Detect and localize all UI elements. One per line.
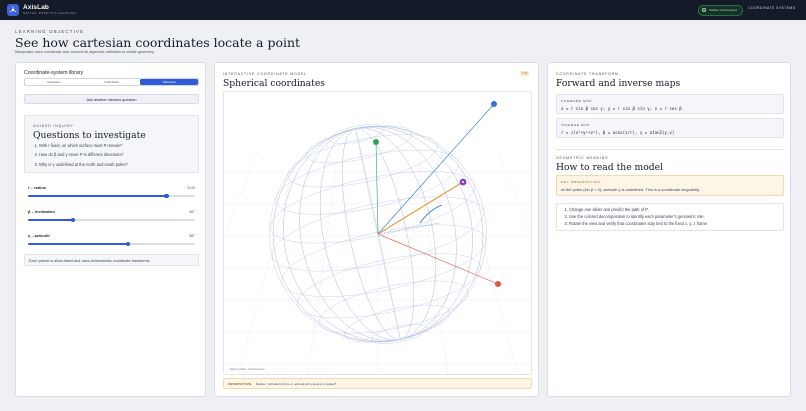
brand-subtitle: SPATIAL ROBOTICS LEARNING <box>23 12 77 15</box>
library-title: Coordinate-system library <box>24 70 84 76</box>
grid-line <box>224 151 259 238</box>
ask-question-button[interactable]: Ask another robotics question <box>24 94 199 104</box>
azimuth-slider[interactable] <box>28 241 195 247</box>
parallel-line <box>343 304 451 343</box>
x-axis <box>377 233 499 285</box>
inclination-slider[interactable] <box>28 217 195 223</box>
model-panel: INTERACTIVE COORDINATE MODEL Spherical c… <box>214 62 539 397</box>
live-badge: LIVE <box>520 71 530 76</box>
key-observation-card: KEY OBSERVATION At the poles (sin β = 0)… <box>556 175 784 196</box>
parallel-line <box>275 149 459 215</box>
slider-fill <box>28 219 74 221</box>
coordinate-systems-nav-button[interactable]: COORDINATE SYSTEMS <box>748 6 795 10</box>
sphere-visualization <box>224 101 531 374</box>
meaning-title: How to read the model <box>556 162 664 173</box>
list-item: Use the colored decomposition to identif… <box>569 214 781 221</box>
steps-card: Change one slider and predict the path o… <box>556 203 784 231</box>
y-axis-handle[interactable] <box>373 139 379 145</box>
list-item: How do β and γ move P in different direc… <box>39 152 197 161</box>
parallel-line <box>318 280 469 334</box>
grid-line <box>417 151 448 374</box>
floor-grid <box>224 151 531 374</box>
inclination-label: β – inclination <box>28 209 55 214</box>
list-item: Why is γ undefined at the north and sout… <box>39 162 197 171</box>
slider-thumb[interactable] <box>164 193 169 199</box>
inquiry-title: Questions to investigate <box>33 130 146 141</box>
observation-text: Radius r, inclination β from +z, and azi… <box>256 382 337 386</box>
list-item: With r fixed, on which surface must P re… <box>39 143 197 152</box>
list-item: Change one slider and predict the path o… <box>569 207 781 214</box>
forward-map-formula: x = r sin β cos γ, y = r sin β sin γ, z … <box>561 105 682 111</box>
transform-title: Forward and inverse maps <box>556 78 681 89</box>
azimuth-label: γ – azimuth <box>28 233 50 238</box>
meaning-eyebrow: GEOMETRIC MEANING <box>556 156 609 160</box>
inverse-map-formula: r = √(x²+y²+z²), β = acos(z/r), γ = atan… <box>561 129 675 135</box>
parallel-line <box>371 324 427 344</box>
radius-value: 3.00 <box>187 185 195 190</box>
tab-cartesian[interactable]: Cartesian <box>25 79 83 85</box>
page-title: See how cartesian coordinates locate a p… <box>15 35 301 50</box>
inverse-map-card: INVERSE MAP r = √(x²+y²+z²), β = acos(z/… <box>556 118 784 138</box>
check-circle-icon <box>702 8 706 13</box>
forward-map-card: FORWARD MAP x = r sin β cos γ, y = r sin… <box>556 94 784 114</box>
list-item: Rotate the view and verify that coordina… <box>569 221 781 228</box>
key-observation-text: At the poles (sin β = 0), azimuth γ is u… <box>561 186 700 192</box>
radius-slider[interactable] <box>28 193 195 199</box>
top-bar: AxisLab SPATIAL ROBOTICS LEARNING Verifi… <box>0 0 806 20</box>
z-axis-handle[interactable] <box>491 101 497 107</box>
question-list: With r fixed, on which surface must P re… <box>39 143 197 171</box>
brand-name: AxisLab <box>23 4 49 11</box>
controls-panel: Coordinate-system library Cartesian Cyli… <box>15 62 206 397</box>
model-title: Spherical coordinates <box>223 78 326 89</box>
explanation-panel: COORDINATE TRANSFORM Forward and inverse… <box>547 62 791 397</box>
guided-inquiry-card: GUIDED INQUIRY Questions to investigate … <box>24 115 199 173</box>
preset-note: Each preset is allow-listed and uses det… <box>24 254 199 266</box>
steps-list: Change one slider and predict the path o… <box>569 207 781 228</box>
divider <box>556 149 784 150</box>
parallel-line <box>305 125 413 164</box>
inclination-value: 46° <box>188 209 195 214</box>
3d-viewport[interactable]: Drag to rotate · Scroll to zoom <box>223 91 532 375</box>
forward-map-label: FORWARD MAP <box>561 98 593 103</box>
y-axis <box>375 141 379 235</box>
tab-cylindrical[interactable]: Cylindrical <box>83 79 141 85</box>
slider-fill <box>28 195 167 197</box>
slider-thumb[interactable] <box>70 217 76 223</box>
inquiry-eyebrow: GUIDED INQUIRY <box>33 124 74 128</box>
grid-line <box>308 151 339 374</box>
grid-line <box>497 151 531 235</box>
radius-vector <box>377 181 464 235</box>
tab-spherical[interactable]: Spherical <box>140 79 199 85</box>
inverse-map-label: INVERSE MAP <box>561 122 590 127</box>
page-subtitle: Manipulate each coordinate and connect i… <box>15 50 155 54</box>
viewport-hint: Drag to rotate · Scroll to zoom <box>230 368 265 371</box>
verified-badge: Verified visual preset <box>698 5 743 16</box>
observation-bar: OBSERVATION Radius r, inclination β from… <box>223 378 532 389</box>
axis-logo-icon <box>7 4 19 16</box>
point-p-center <box>462 181 464 183</box>
parallel-line <box>287 134 438 188</box>
grid-line <box>238 151 299 374</box>
key-observation-label: KEY OBSERVATION <box>561 180 601 184</box>
azimuth-value: 38° <box>188 233 195 238</box>
slider-fill <box>28 243 129 245</box>
x-axis-handle[interactable] <box>495 281 501 287</box>
model-eyebrow: INTERACTIVE COORDINATE MODEL <box>223 72 307 76</box>
radius-label: r – radius <box>28 185 47 190</box>
z-axis <box>377 103 495 235</box>
observation-label: OBSERVATION <box>228 382 252 386</box>
verified-badge-label: Verified visual preset <box>709 8 737 12</box>
hero-eyebrow: LEARNING OBJECTIVE <box>15 29 85 34</box>
parallel-line <box>297 253 481 319</box>
transform-eyebrow: COORDINATE TRANSFORM <box>556 72 619 76</box>
slider-thumb[interactable] <box>125 241 131 247</box>
grid-line <box>457 151 518 374</box>
coordinate-system-switcher: Cartesian Cylindrical Spherical <box>24 78 199 86</box>
parallel-line <box>281 224 487 297</box>
